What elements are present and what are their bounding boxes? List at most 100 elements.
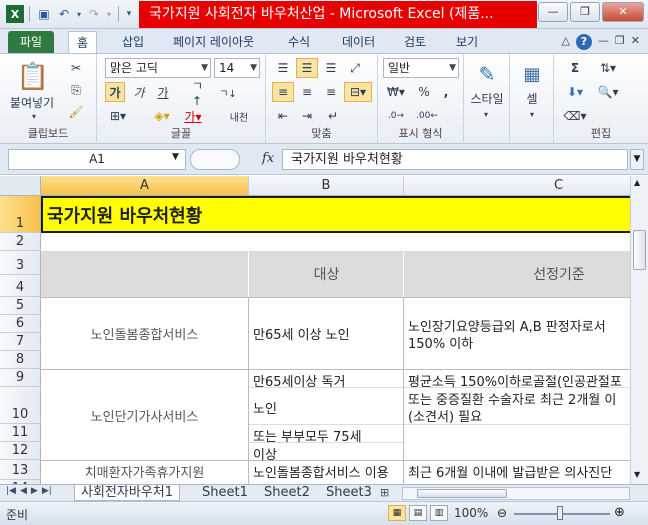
increase-font-icon[interactable]: ㄱ↑ — [191, 79, 213, 108]
help-icon[interactable]: ? — [575, 34, 592, 50]
target-cell[interactable]: 만65세 이상 노인 — [253, 324, 350, 343]
criteria-cell[interactable]: 최근 6개월 이내에 발급받은 의사진단 — [408, 462, 612, 481]
target-cell[interactable]: 이상 — [253, 444, 277, 463]
service-name-cell[interactable]: 치매환자가족휴가지원 — [41, 462, 248, 481]
vertical-scrollbar[interactable]: ▲ ▼ — [630, 176, 648, 484]
sheet-tab[interactable]: Sheet1 — [196, 485, 254, 501]
normal-view-icon[interactable]: ▦ — [388, 505, 406, 521]
formula-input[interactable]: 국가지원 바우처현황 — [282, 149, 628, 170]
row-header-9[interactable]: 9 — [0, 369, 41, 387]
row-header-4[interactable]: 4 — [0, 275, 41, 297]
increase-decimal-icon[interactable]: .0→ — [383, 106, 409, 126]
zoom-slider-knob[interactable] — [557, 506, 563, 520]
copy-icon[interactable]: ⎘ — [66, 80, 86, 100]
paste-dropdown-icon[interactable]: ▾ — [28, 110, 40, 122]
target-cell[interactable]: 노인돌봄종합서비스 이용 — [253, 462, 389, 481]
name-box[interactable]: A1 — [8, 149, 186, 170]
sheet-tab[interactable]: Sheet2 — [258, 485, 316, 501]
underline-button[interactable]: 가 — [153, 82, 173, 102]
sheet-tab-active[interactable]: 사회전자바우처1 — [74, 485, 180, 501]
row-header-11[interactable]: 11 — [0, 424, 41, 442]
target-cell[interactable]: 만65세이상 독거 — [253, 371, 345, 390]
redo-dropdown-icon[interactable]: ▾ — [105, 5, 113, 23]
clear-icon[interactable]: ⌫▾ — [562, 106, 588, 126]
borders-icon[interactable]: ⊞▾ — [105, 106, 131, 126]
service-name-cell[interactable]: 노인단기가사서비스 — [41, 406, 248, 425]
font-color-icon[interactable]: 가▾ — [179, 106, 207, 126]
target-cell[interactable]: 노인 — [253, 398, 277, 417]
bottom-align-icon[interactable]: ☰ — [320, 58, 342, 78]
font-size-combo[interactable]: 14 ▼ — [214, 58, 260, 78]
tab-formulas[interactable]: 수식 — [280, 31, 318, 53]
autosum-button[interactable]: Σ — [562, 58, 588, 78]
doc-restore-icon[interactable]: ❐ — [615, 34, 625, 50]
tab-review[interactable]: 검토 — [396, 31, 434, 53]
undo-dropdown-icon[interactable]: ▾ — [75, 5, 83, 23]
maximize-button[interactable]: ❐ — [570, 2, 600, 22]
scroll-up-icon[interactable]: ▲ — [634, 178, 640, 187]
page-break-view-icon[interactable]: ▥ — [430, 505, 448, 521]
percent-button[interactable]: % — [414, 82, 434, 102]
tab-view[interactable]: 보기 — [448, 31, 486, 53]
page-layout-view-icon[interactable]: ▤ — [409, 505, 427, 521]
orientation-icon[interactable]: ⤢ — [344, 58, 366, 78]
expand-formula-icon[interactable]: ▼ — [630, 149, 644, 170]
middle-align-icon[interactable]: ☰ — [296, 58, 318, 78]
minimize-button[interactable]: — — [538, 2, 568, 22]
row-header-13[interactable]: 13 — [0, 460, 41, 480]
save-icon[interactable]: ▣ — [35, 5, 53, 23]
tab-file[interactable]: 파일 — [8, 31, 55, 53]
insert-sheet-icon[interactable]: ⊞ — [380, 486, 389, 499]
styles-dropdown-icon[interactable]: ▾ — [480, 108, 492, 120]
cells-dropdown-icon[interactable]: ▾ — [526, 108, 538, 120]
column-header-b[interactable]: B — [249, 176, 404, 196]
close-button[interactable]: ✕ — [602, 2, 644, 22]
row-header-2[interactable]: 2 — [0, 233, 41, 251]
merge-center-icon[interactable]: ⊟▾ — [344, 82, 372, 102]
tab-data[interactable]: 데이터 — [334, 31, 383, 53]
decrease-font-icon[interactable]: ㄱ↓ — [217, 82, 239, 102]
excel-icon[interactable]: X — [6, 5, 24, 23]
top-align-icon[interactable]: ☰ — [272, 58, 294, 78]
row-header-3[interactable]: 3 — [0, 251, 41, 275]
zoom-in-icon[interactable]: ⊕ — [614, 505, 625, 520]
row-header-10[interactable]: 10 — [0, 387, 41, 424]
increase-indent-icon[interactable]: ⇥ — [296, 106, 318, 126]
cut-icon[interactable]: ✂ — [66, 58, 86, 78]
tab-page-layout[interactable]: 페이지 레이아웃 — [165, 31, 262, 53]
worksheet-grid[interactable]: A B C 1 2 3 4 5 6 7 8 9 10 11 12 13 14 국… — [0, 176, 630, 484]
scroll-down-icon[interactable]: ▼ — [634, 470, 640, 479]
comma-button[interactable]: , — [436, 82, 456, 102]
tab-insert[interactable]: 삽입 — [114, 31, 152, 53]
undo-icon[interactable]: ↶ — [55, 5, 73, 23]
row-header-12[interactable]: 12 — [0, 442, 41, 460]
font-name-combo[interactable]: 맑은 고딕 ▼ — [105, 58, 211, 78]
italic-button[interactable]: 가 — [129, 82, 149, 102]
customize-qat-icon[interactable]: ▾ — [124, 5, 134, 23]
sheet-tab[interactable]: Sheet3 — [320, 485, 378, 501]
currency-icon[interactable]: ₩▾ — [383, 82, 409, 102]
decrease-indent-icon[interactable]: ⇤ — [272, 106, 294, 126]
doc-minimize-icon[interactable]: — — [598, 34, 609, 50]
find-select-icon[interactable]: 🔍▾ — [594, 82, 622, 102]
redo-icon[interactable]: ↷ — [85, 5, 103, 23]
row-header-7[interactable]: 7 — [0, 333, 41, 351]
first-sheet-icon[interactable]: |◀ — [6, 486, 16, 496]
cells-icon[interactable]: ▦ — [518, 60, 546, 88]
row-header-1[interactable]: 1 — [0, 196, 41, 233]
doc-close-icon[interactable]: ✕ — [631, 34, 640, 50]
wrap-text-icon[interactable]: ↵ — [322, 106, 344, 126]
paste-icon[interactable]: 📋 — [10, 58, 56, 96]
align-left-icon[interactable]: ≡ — [272, 82, 294, 102]
row-header-6[interactable]: 6 — [0, 315, 41, 333]
service-name-cell[interactable]: 노인돌봄종합서비스 — [41, 324, 248, 343]
align-center-icon[interactable]: ≡ — [296, 82, 318, 102]
row-header-8[interactable]: 8 — [0, 351, 41, 369]
align-right-icon[interactable]: ≡ — [320, 82, 342, 102]
vertical-scroll-thumb[interactable] — [633, 230, 646, 270]
fill-color-icon[interactable]: ◈▾ — [149, 106, 175, 126]
sort-filter-icon[interactable]: ⇅▾ — [594, 58, 622, 78]
bold-button[interactable]: 가 — [105, 82, 125, 102]
column-header-c[interactable]: C — [404, 176, 630, 196]
decrease-decimal-icon[interactable]: .00← — [414, 106, 440, 126]
